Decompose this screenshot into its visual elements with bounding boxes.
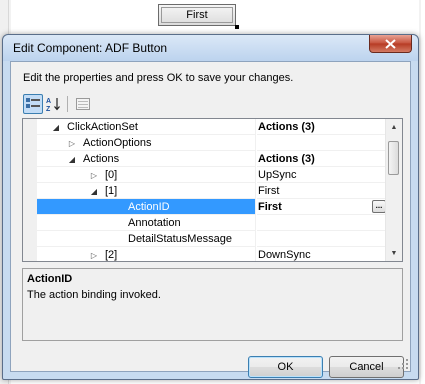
grid-row-name-cell: ◢ [1] bbox=[37, 183, 255, 199]
property-value[interactable]: UpSync bbox=[257, 167, 388, 183]
cancel-button[interactable]: Cancel bbox=[329, 356, 404, 378]
category-margin bbox=[23, 215, 37, 231]
grid-row-action-0[interactable]: ▷ [0] UpSync bbox=[23, 167, 388, 183]
property-pages-icon bbox=[76, 98, 90, 110]
category-margin bbox=[23, 247, 37, 261]
grid-row-action-1[interactable]: ◢ [1] First bbox=[23, 183, 388, 199]
property-value[interactable] bbox=[257, 215, 388, 231]
category-margin bbox=[23, 199, 37, 215]
grid-row-action-2[interactable]: ▷ [2] DownSync bbox=[23, 247, 388, 261]
property-value[interactable] bbox=[257, 135, 388, 151]
scroll-down-arrow-icon[interactable]: ▼ bbox=[386, 245, 402, 261]
column-divider[interactable] bbox=[255, 247, 256, 261]
category-margin bbox=[23, 167, 37, 183]
close-button[interactable] bbox=[369, 35, 412, 53]
expanded-arrow-icon[interactable]: ◢ bbox=[51, 120, 61, 136]
svg-text:A: A bbox=[46, 98, 51, 105]
property-name: DetailStatusMessage bbox=[128, 233, 232, 245]
grid-row-actionoptions[interactable]: ▷ ActionOptions bbox=[23, 135, 388, 151]
column-divider[interactable] bbox=[255, 151, 256, 167]
categorized-icon bbox=[26, 98, 40, 108]
property-value[interactable]: First bbox=[257, 183, 388, 199]
scroll-up-arrow-icon[interactable]: ▲ bbox=[386, 119, 402, 135]
property-name: Actions bbox=[83, 153, 120, 165]
ellipsis-button[interactable]: ... bbox=[372, 200, 386, 213]
property-grid[interactable]: ◢ ClickActionSet Actions (3) ▷ ActionOptio… bbox=[22, 118, 403, 262]
alphabetical-button[interactable]: A Z bbox=[44, 94, 64, 114]
grid-row-clickactionset[interactable]: ◢ ClickActionSet Actions (3) bbox=[23, 119, 388, 135]
button-focus-border bbox=[161, 7, 233, 23]
selection-handle[interactable] bbox=[235, 25, 239, 29]
property-name: ActionOptions bbox=[83, 137, 152, 149]
property-value[interactable]: Actions (3) bbox=[257, 119, 388, 135]
dialog-prompt: Edit the properties and press OK to save… bbox=[23, 72, 294, 84]
column-divider[interactable] bbox=[255, 183, 256, 199]
grid-row-actionid[interactable]: ActionID First ... bbox=[23, 199, 388, 215]
property-value[interactable]: Actions (3) bbox=[257, 151, 388, 167]
property-name: ClickActionSet bbox=[67, 121, 138, 133]
dialog-title: Edit Component: ADF Button bbox=[13, 41, 168, 55]
column-divider[interactable] bbox=[255, 119, 256, 135]
property-name: [1] bbox=[105, 185, 118, 197]
grid-row-name-cell: ▷ [2] bbox=[37, 247, 255, 261]
grid-row-name-cell: Annotation bbox=[37, 215, 255, 231]
grid-row-detailstatusmessage[interactable]: DetailStatusMessage bbox=[23, 231, 388, 247]
edit-component-dialog: Edit Component: ADF Button Edit the prop… bbox=[2, 34, 419, 380]
property-name: Annotation bbox=[128, 217, 181, 229]
dialog-titlebar[interactable]: Edit Component: ADF Button bbox=[3, 35, 418, 61]
property-value[interactable]: First ... bbox=[257, 199, 388, 215]
column-divider[interactable] bbox=[255, 231, 256, 247]
description-title: ActionID bbox=[27, 273, 73, 285]
collapsed-arrow-icon[interactable]: ▷ bbox=[67, 136, 77, 152]
toolbar-separator bbox=[67, 96, 68, 112]
category-margin bbox=[23, 183, 37, 199]
column-divider[interactable] bbox=[255, 135, 256, 151]
categorized-button[interactable] bbox=[23, 94, 43, 114]
sort-az-icon: A Z bbox=[46, 98, 60, 112]
column-divider[interactable] bbox=[255, 199, 256, 215]
property-value[interactable]: DownSync bbox=[257, 247, 388, 261]
column-divider[interactable] bbox=[255, 167, 256, 183]
category-margin bbox=[23, 151, 37, 167]
grid-row-annotation[interactable]: Annotation bbox=[23, 215, 388, 231]
grid-row-name-cell: DetailStatusMessage bbox=[37, 231, 255, 247]
property-name: [0] bbox=[105, 169, 118, 181]
grid-row-actions[interactable]: ◢ Actions Actions (3) bbox=[23, 151, 388, 167]
grid-row-name-cell: ◢ ClickActionSet bbox=[37, 119, 255, 135]
description-text: The action binding invoked. bbox=[27, 289, 161, 301]
property-value[interactable] bbox=[257, 231, 388, 247]
grid-row-name-cell: ActionID bbox=[37, 199, 255, 215]
svg-text:Z: Z bbox=[46, 106, 51, 112]
expanded-arrow-icon[interactable]: ◢ bbox=[89, 184, 99, 200]
column-divider[interactable] bbox=[255, 215, 256, 231]
grid-row-name-cell: ▷ ActionOptions bbox=[37, 135, 255, 151]
property-value-text: First bbox=[258, 201, 282, 213]
category-margin bbox=[23, 135, 37, 151]
expanded-arrow-icon[interactable]: ◢ bbox=[67, 152, 77, 168]
resize-grip-icon[interactable] bbox=[398, 359, 408, 369]
canvas-first-button[interactable]: First bbox=[158, 4, 239, 29]
grid-row-name-cell: ▷ [0] bbox=[37, 167, 255, 183]
close-icon bbox=[385, 38, 396, 49]
collapsed-arrow-icon[interactable]: ▷ bbox=[89, 248, 99, 261]
description-panel: ActionID The action binding invoked. bbox=[22, 268, 403, 341]
category-margin bbox=[23, 231, 37, 247]
collapsed-arrow-icon[interactable]: ▷ bbox=[89, 168, 99, 184]
property-grid-rows: ◢ ClickActionSet Actions (3) ▷ ActionOptio… bbox=[23, 119, 388, 261]
ok-button[interactable]: OK bbox=[248, 356, 323, 378]
property-pages-button[interactable] bbox=[73, 94, 93, 114]
grid-row-name-cell: ◢ Actions bbox=[37, 151, 255, 167]
vertical-scrollbar[interactable]: ▲ ▼ bbox=[385, 119, 402, 261]
category-margin bbox=[23, 119, 37, 135]
property-name: ActionID bbox=[128, 201, 170, 213]
property-name: [2] bbox=[105, 249, 118, 261]
dialog-client-area: Edit the properties and press OK to save… bbox=[10, 61, 411, 378]
scrollbar-thumb[interactable] bbox=[388, 141, 399, 175]
